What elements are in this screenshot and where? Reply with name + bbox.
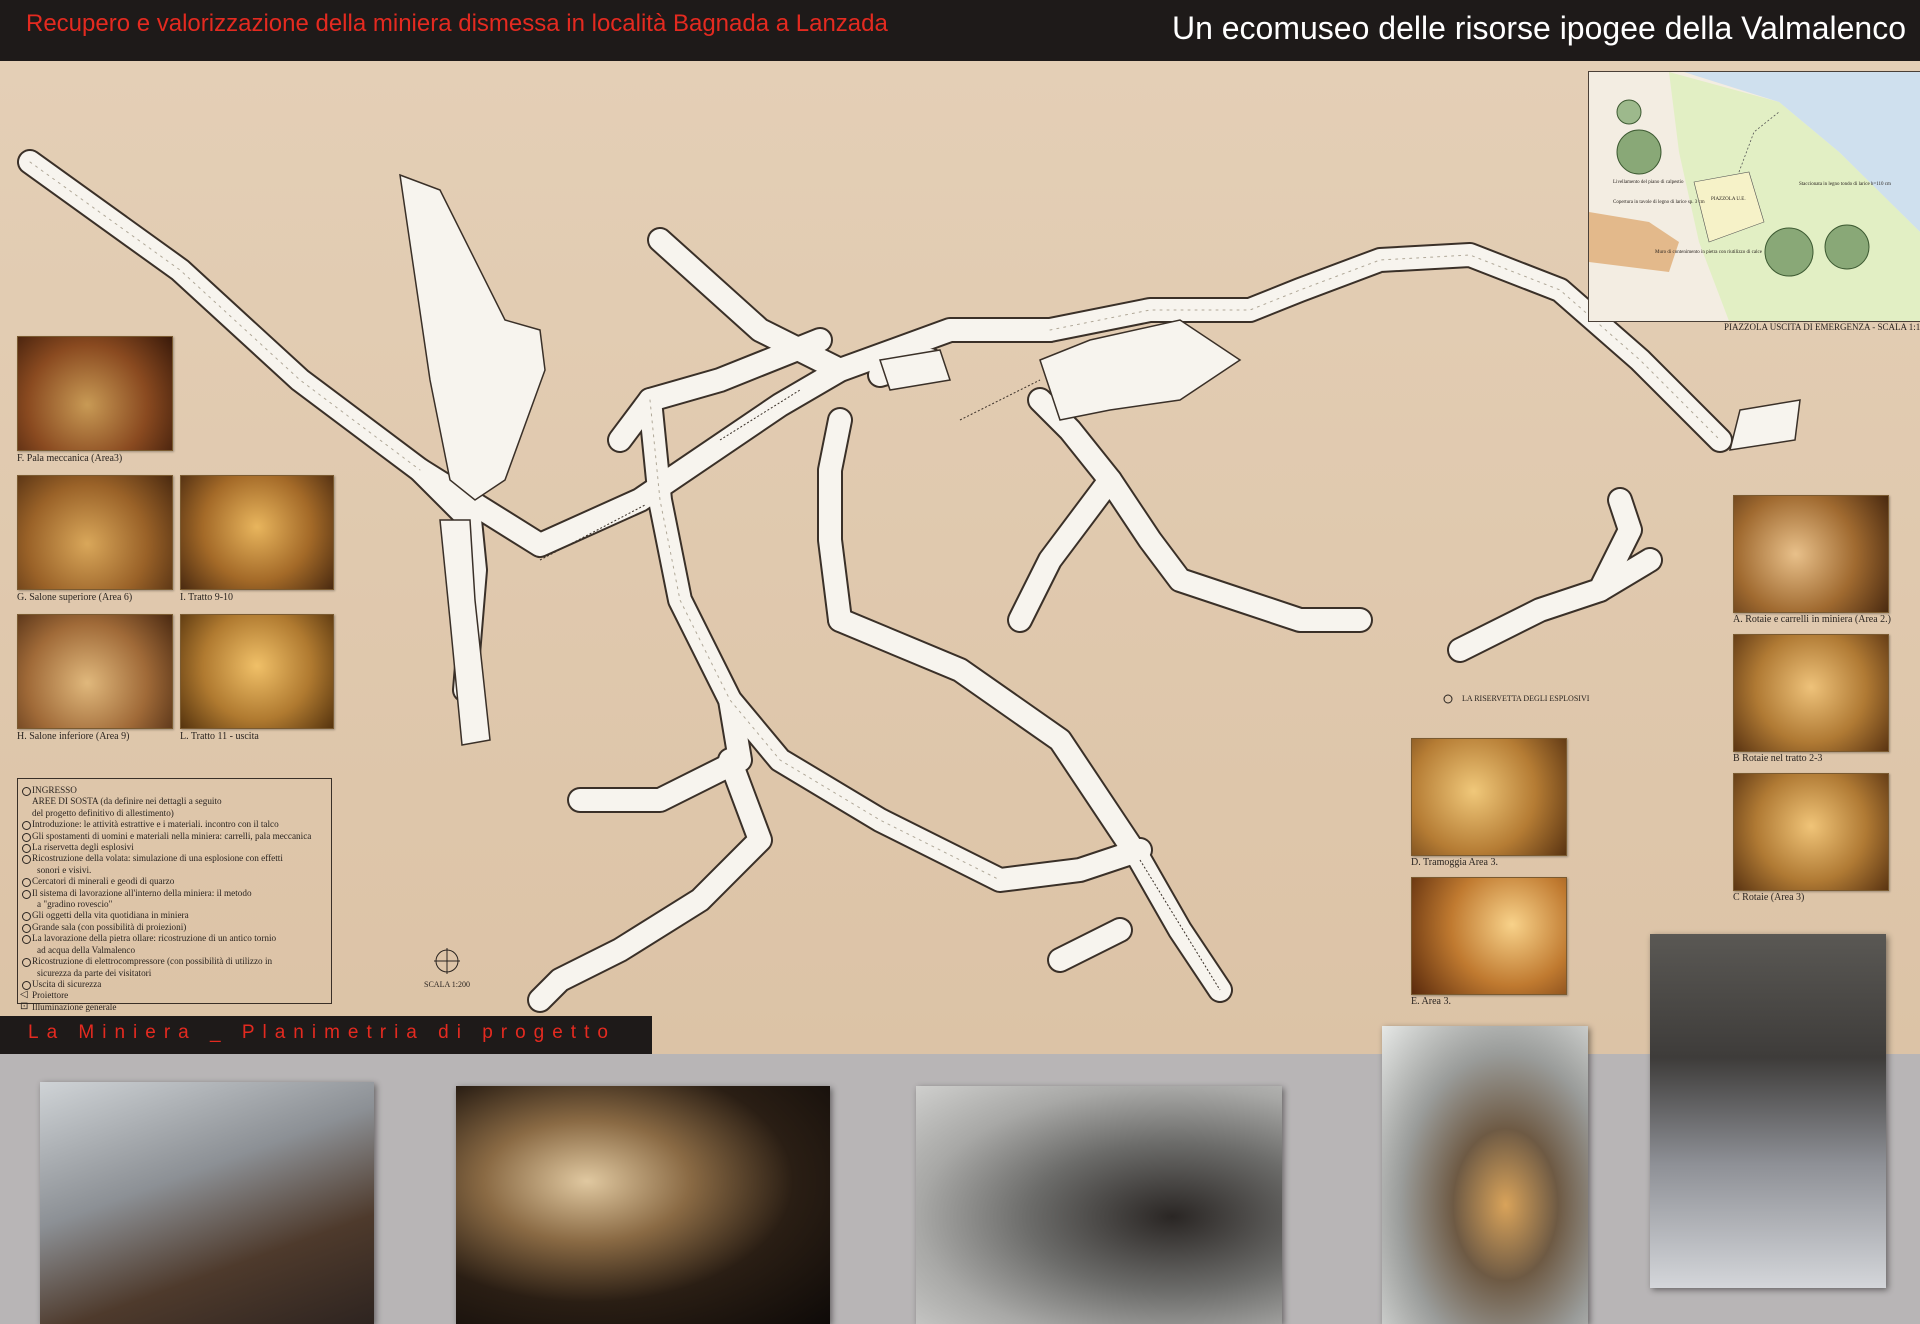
inset-label-livellamento: Livellamento del piano di calpestio [1613, 180, 1684, 185]
photo-mine-entrance [40, 1082, 374, 1324]
legend-item: Grande sala (con possibilità di proiezio… [22, 922, 325, 934]
section-title-bar: La Miniera _ Planimetria di progetto [0, 1016, 652, 1054]
legend-item: Ricostruzione di elettrocompressore (con… [22, 956, 325, 968]
photo-stairway-shaft [1650, 934, 1886, 1288]
legend-item: Ricostruzione della volata: simulazione … [22, 853, 325, 865]
caption-tratto-9-10: I. Tratto 9-10 [180, 592, 234, 603]
riservetta-label: LA RISERVETTA DEGLI ESPLOSIVI [1462, 694, 1590, 703]
legend-item-illuminazione: Illuminazione generale [20, 1001, 325, 1013]
photo-area-3 [1411, 877, 1567, 995]
caption-salone-inferiore: H. Salone inferiore (Area 9) [17, 731, 130, 742]
legend-item-proiettore: Proiettore [20, 989, 325, 1001]
legend-item: INGRESSO [22, 785, 325, 797]
section-title: La Miniera _ Planimetria di progetto [28, 1022, 616, 1043]
photo-tramoggia [1411, 738, 1567, 856]
photo-salone-inferiore [17, 614, 173, 729]
legend-item: Gli oggetti della vita quotidiana in min… [22, 910, 325, 922]
caption-salone-superiore: G. Salone superiore (Area 6) [17, 592, 133, 603]
photo-lit-tunnel [456, 1086, 830, 1324]
photo-pala-meccanica [17, 336, 173, 451]
legend-item: a "gradino rovescio" [37, 899, 113, 910]
legend-box: INGRESSO AREE DI SOSTA (da definire nei … [17, 778, 332, 1013]
legend-item: La riservetta degli esplosivi [22, 842, 325, 854]
legend-item: Il sistema di lavorazione all'interno de… [22, 888, 325, 900]
photo-tratto-11 [180, 614, 334, 729]
inset-label-piazzola: PIAZZOLA U.E. [1711, 197, 1746, 202]
emergency-exit-inset: PIAZZOLA U.E. Livellamento del piano di … [1588, 71, 1920, 322]
inset-caption: PIAZZOLA USCITA DI EMERGENZA - SCALA 1:1… [1724, 322, 1920, 332]
photo-salone-superiore [17, 475, 173, 590]
legend-item: sicurezza da parte dei visitatori [37, 967, 152, 978]
photo-rotaie-tratto-2-3 [1733, 634, 1889, 752]
legend-item: Introduzione: le attività estrattive e i… [22, 819, 325, 831]
caption-tramoggia: D. Tramoggia Area 3. [1411, 857, 1498, 868]
header-title-left: Recupero e valorizzazione della miniera … [26, 10, 888, 37]
photo-visitors-in-gallery [916, 1086, 1282, 1324]
riservetta-marker-icon [1443, 694, 1453, 704]
header-bar: Recupero e valorizzazione della miniera … [0, 0, 1920, 61]
caption-pala-meccanica: F. Pala meccanica (Area3) [17, 453, 123, 464]
photo-tratto-9-10 [180, 475, 334, 590]
photo-rotaie-carrelli [1733, 495, 1889, 613]
photo-rotaie-area-3 [1733, 773, 1889, 891]
inset-label-copertura: Copertura in tavole di legno di larice s… [1613, 200, 1705, 205]
emergency-exit-plan [1589, 72, 1920, 321]
legend-item: ad acqua della Valmalenco [37, 944, 136, 955]
photo-tunnel-with-net [1382, 1026, 1588, 1324]
inset-label-muro: Muro di contenimento in pietra con riuti… [1655, 250, 1762, 255]
legend-item: Gli spostamenti di uomini e materiali ne… [22, 831, 325, 843]
inset-label-staccionata: Staccionata in legno tondo di larice h=1… [1799, 182, 1891, 187]
scale-label: SCALA 1:200 [424, 980, 471, 989]
caption-rotaie-carrelli: A. Rotaie e carrelli in miniera (Area 2.… [1733, 614, 1891, 625]
legend-item: del progetto definitivo di allestimento) [32, 807, 174, 818]
caption-rotaie-tratto-2-3: B Rotaie nel tratto 2-3 [1733, 753, 1823, 764]
header-title-right: Un ecomuseo delle risorse ipogee della V… [1171, 10, 1906, 46]
legend-item: Uscita di sicurezza [22, 979, 325, 991]
legend-item: La lavorazione della pietra ollare: rico… [22, 933, 325, 945]
legend-item: sonori e visivi. [37, 864, 92, 875]
caption-rotaie-area-3: C Rotaie (Area 3) [1733, 892, 1805, 903]
legend-item: AREE DI SOSTA (da definire nei dettagli … [32, 796, 222, 807]
caption-area-3: E. Area 3. [1411, 996, 1451, 1007]
caption-tratto-11: L. Tratto 11 - uscita [180, 731, 259, 742]
legend-item: Cercatori di minerali e geodi di quarzo [22, 876, 325, 888]
